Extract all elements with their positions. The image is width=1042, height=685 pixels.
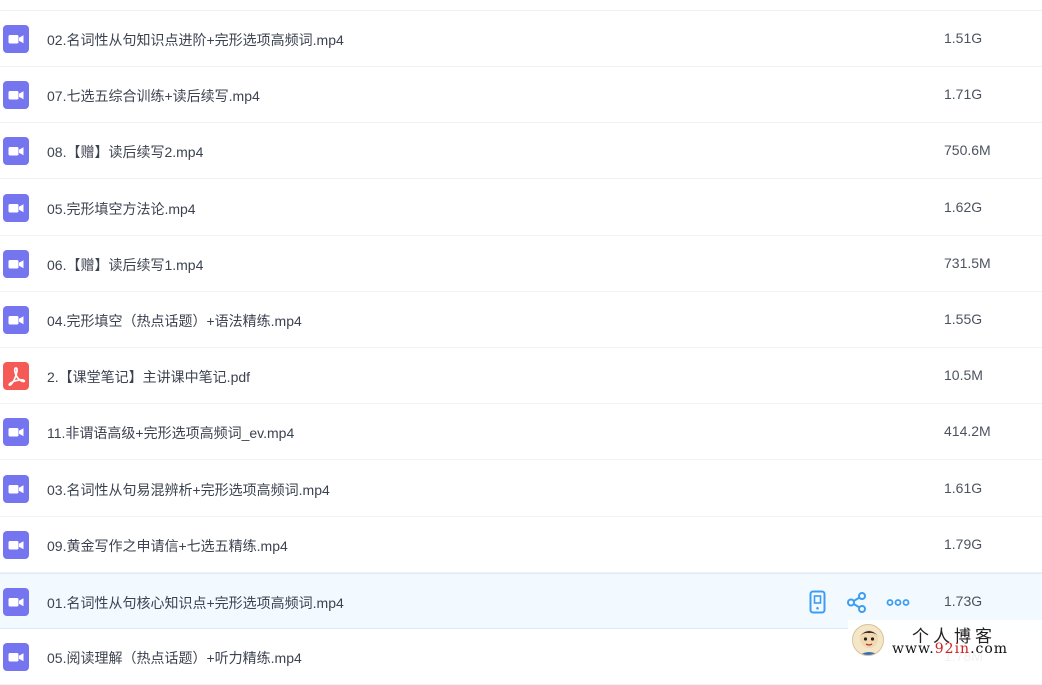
file-size: 10.5M (944, 367, 983, 384)
file-size: 731.5M (944, 254, 991, 271)
video-file-icon (3, 530, 29, 559)
file-name[interactable]: 07.七选五综合训练+读后续写.mp4 (47, 86, 260, 106)
file-name[interactable]: 05.完形填空方法论.mp4 (47, 199, 196, 219)
file-name[interactable]: 06.【赠】读后续写1.mp4 (47, 255, 203, 275)
file-size: 1.61G (944, 479, 983, 496)
watermark-avatar-icon (852, 624, 884, 656)
file-size: 1.71G (944, 86, 983, 103)
file-size: 1.55G (944, 311, 983, 327)
video-file-icon (3, 643, 29, 672)
file-size: 1.62G (944, 198, 983, 215)
video-file-icon (3, 588, 29, 616)
watermark: 个人博客 www.92in.com (848, 620, 1042, 661)
watermark-url: www.92in.com (892, 641, 1009, 657)
file-row[interactable]: 06.【赠】读后续写1.mp4 731.5M (0, 236, 1042, 292)
file-size: 1.73G (944, 593, 983, 609)
file-size: 750.6M (944, 142, 991, 159)
pdf-file-icon (3, 362, 29, 391)
file-name[interactable]: 01.名词性从句核心知识点+完形选项高频词.mp4 (47, 593, 344, 613)
file-name[interactable]: 04.完形填空（热点话题）+语法精练.mp4 (47, 311, 302, 331)
file-name[interactable]: 09.黄金写作之申请信+七选五精练.mp4 (47, 536, 288, 556)
file-size: 1.79G (944, 535, 983, 552)
file-name[interactable]: 02.名词性从句知识点进阶+完形选项高频词.mp4 (47, 30, 344, 50)
file-name[interactable]: 05.阅读理解（热点话题）+听力精练.mp4 (47, 648, 302, 668)
file-row[interactable]: 05.完形填空方法论.mp4 1.62G (0, 180, 1042, 236)
file-row[interactable]: 03.名词性从句易混辨析+完形选项高频词.mp4 1.61G (0, 461, 1042, 517)
video-file-icon (3, 193, 29, 222)
file-name[interactable]: 2.【课堂笔记】主讲课中笔记.pdf (47, 367, 250, 387)
file-row[interactable]: 2.【课堂笔记】主讲课中笔记.pdf 10.5M (0, 348, 1042, 405)
file-size: 414.2M (944, 423, 991, 440)
video-file-icon (3, 474, 29, 503)
file-row[interactable]: 09.黄金写作之申请信+七选五精练.mp4 1.79G (0, 517, 1042, 573)
file-row[interactable]: 04.完形填空（热点话题）+语法精练.mp4 1.55G (0, 292, 1042, 348)
file-name[interactable]: 08.【赠】读后续写2.mp4 (47, 142, 203, 162)
file-name[interactable]: 11.非谓语高级+完形选项高频词_ev.mp4 (47, 423, 294, 443)
video-file-icon (3, 249, 29, 278)
video-file-icon (3, 25, 29, 53)
phone-icon[interactable] (806, 590, 830, 614)
file-row[interactable]: 07.七选五综合训练+读后续写.mp4 1.71G (0, 67, 1042, 124)
share-icon[interactable] (845, 590, 869, 614)
file-size: 1.51G (944, 30, 983, 46)
video-file-icon (3, 81, 29, 110)
video-file-icon (3, 137, 29, 166)
more-icon[interactable] (886, 590, 910, 614)
file-name[interactable]: 03.名词性从句易混辨析+完形选项高频词.mp4 (47, 480, 330, 500)
file-row[interactable]: 08.【赠】读后续写2.mp4 750.6M (0, 123, 1042, 180)
video-file-icon (3, 306, 29, 334)
file-row[interactable]: 11.非谓语高级+完形选项高频词_ev.mp4 414.2M (0, 404, 1042, 461)
video-file-icon (3, 418, 29, 447)
file-row[interactable]: 02.名词性从句知识点进阶+完形选项高频词.mp4 1.51G (0, 11, 1042, 67)
